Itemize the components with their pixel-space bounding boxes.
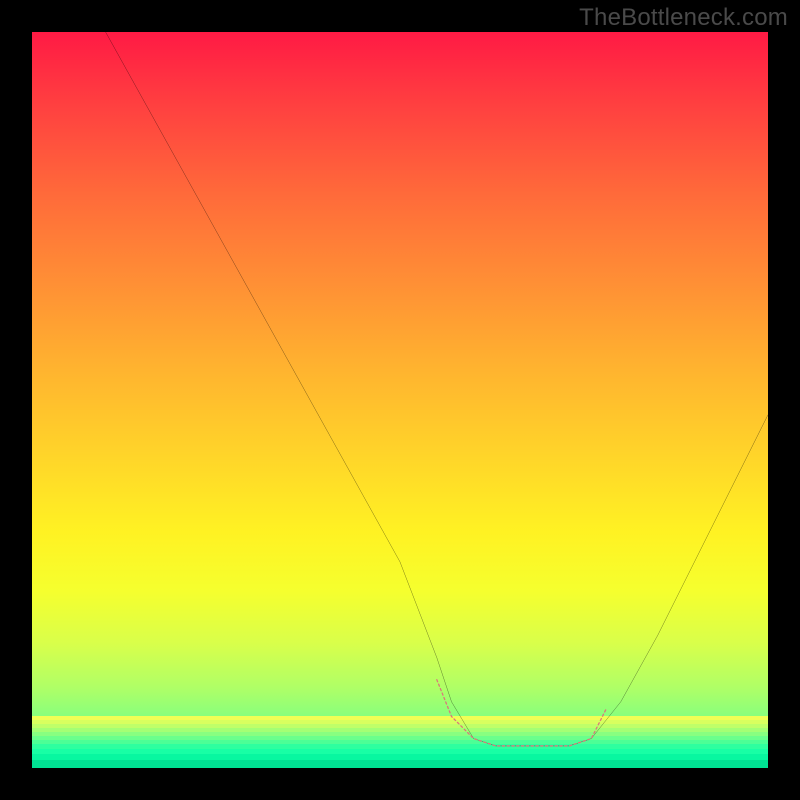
curve-layer — [32, 32, 768, 768]
watermark-text: TheBottleneck.com — [579, 4, 788, 32]
bottleneck-curve — [106, 32, 768, 746]
plot-area — [32, 32, 768, 768]
threshold-marker — [437, 680, 606, 746]
chart-frame: TheBottleneck.com — [0, 0, 800, 800]
